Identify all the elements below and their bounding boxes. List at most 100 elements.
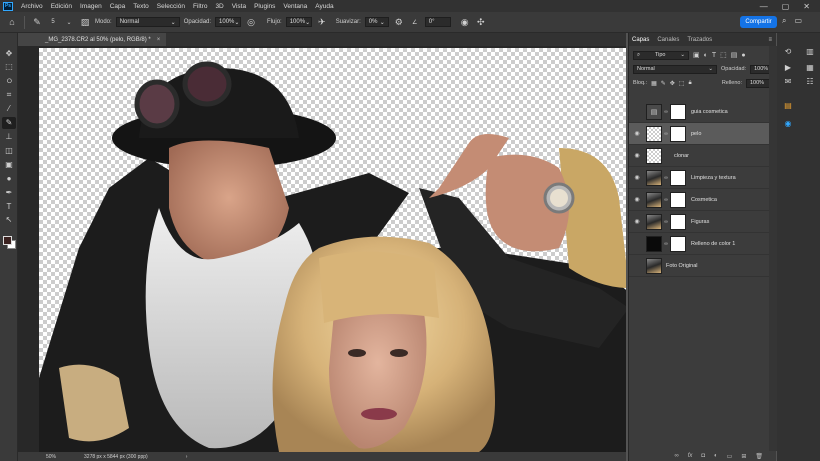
color-icon[interactable]: ▥ bbox=[804, 45, 816, 57]
flujo-field[interactable]: 100% ⌄ bbox=[285, 17, 312, 27]
menu-imagen[interactable]: Imagen bbox=[76, 3, 106, 10]
menu-seleccion[interactable]: Selección bbox=[153, 3, 189, 10]
actions-icon[interactable]: ▶ bbox=[782, 61, 794, 73]
document-canvas[interactable] bbox=[39, 48, 626, 452]
tab-capas[interactable]: Capas bbox=[632, 37, 649, 43]
blend-mode-select[interactable]: Normal ⌄ bbox=[633, 64, 717, 74]
filter-smart-icon[interactable]: ▤ bbox=[731, 51, 738, 59]
layer-row[interactable]: ◉ ∞ Figuras bbox=[629, 211, 769, 233]
filter-shape-icon[interactable]: ⬚ bbox=[720, 51, 727, 59]
opacidad-field[interactable]: 100% ⌄ bbox=[215, 17, 242, 27]
layer-mask-thumbnail[interactable] bbox=[670, 169, 686, 186]
menu-archivo[interactable]: Archivo bbox=[17, 3, 47, 10]
adjustment-icon[interactable]: ◐ bbox=[714, 453, 718, 459]
marquee-tool-icon[interactable]: ⬚ bbox=[2, 61, 16, 73]
symmetry-icon[interactable]: ✣ bbox=[475, 16, 487, 28]
menu-plugins[interactable]: Plugins bbox=[250, 3, 279, 10]
document-tab[interactable]: _MG_2378.CR2 al 50% (pelo, RGB/8) * × bbox=[18, 33, 167, 46]
airbrush-icon[interactable]: ✈ bbox=[316, 16, 328, 28]
foreground-color-swatch[interactable] bbox=[3, 236, 12, 245]
lock-all-icon[interactable]: 🔒︎ bbox=[688, 80, 691, 87]
adjustments-icon[interactable]: ☷ bbox=[804, 75, 816, 87]
workspace-icon[interactable]: ▭ bbox=[794, 16, 802, 26]
layer-mask-thumbnail[interactable] bbox=[670, 235, 686, 252]
layer-mask-thumbnail[interactable] bbox=[670, 191, 686, 208]
pen-tool-icon[interactable]: ✒ bbox=[2, 187, 16, 199]
learn-icon[interactable]: ◉ bbox=[782, 117, 794, 129]
pressure-size-icon[interactable]: ◉ bbox=[459, 16, 471, 28]
move-tool-icon[interactable]: ✥ bbox=[2, 48, 16, 60]
layer-filter-select[interactable]: ⌕ Tipo ⌄ bbox=[633, 50, 689, 60]
layer-row[interactable]: ◉ ▤ ∞ guia cosmetica bbox=[629, 101, 769, 123]
filter-pixel-icon[interactable]: ▣ bbox=[693, 51, 700, 59]
close-icon[interactable]: × bbox=[157, 37, 161, 43]
tab-canales[interactable]: Canales bbox=[657, 37, 679, 43]
layer-row[interactable]: ◉ ∞ Cosmetica bbox=[629, 189, 769, 211]
type-tool-icon[interactable]: T bbox=[2, 201, 16, 213]
history-icon[interactable]: ⟲ bbox=[782, 45, 794, 57]
crop-tool-icon[interactable]: ⌗ bbox=[2, 89, 16, 101]
eraser-tool-icon[interactable]: ◫ bbox=[2, 145, 16, 157]
menu-ayuda[interactable]: Ayuda bbox=[311, 3, 337, 10]
gradient-tool-icon[interactable]: ▣ bbox=[2, 159, 16, 171]
layer-row[interactable]: ◉ ∞ pelo bbox=[629, 123, 769, 145]
menu-ventana[interactable]: Ventana bbox=[279, 3, 311, 10]
layer-mask-thumbnail[interactable] bbox=[670, 103, 686, 120]
lock-position-icon[interactable]: ✥ bbox=[670, 80, 675, 87]
suavizar-field[interactable]: 0% ⌄ bbox=[364, 17, 389, 27]
chevron-down-icon[interactable]: ⌄ bbox=[63, 16, 75, 28]
new-layer-icon[interactable]: ⊞ bbox=[741, 453, 746, 460]
tab-trazados[interactable]: Trazados bbox=[687, 37, 712, 43]
brush-tool-icon[interactable]: ✎ bbox=[2, 117, 16, 129]
visibility-eye-icon[interactable]: ◉ bbox=[632, 262, 642, 269]
trash-icon[interactable]: 🗑︎ bbox=[755, 453, 763, 460]
chevron-right-icon[interactable]: › bbox=[186, 454, 188, 460]
visibility-eye-icon[interactable]: ◉ bbox=[632, 196, 642, 203]
filter-adjustment-icon[interactable]: ◐ bbox=[704, 52, 708, 59]
visibility-eye-icon[interactable]: ◉ bbox=[632, 130, 642, 137]
brush-settings-icon[interactable]: ▨ bbox=[79, 16, 91, 28]
brush-preset-picker[interactable]: 5 bbox=[47, 16, 59, 28]
layer-fill-field[interactable]: 100% bbox=[746, 78, 770, 88]
angle-field[interactable]: 0° bbox=[424, 17, 451, 27]
zoom-level[interactable]: 50% bbox=[46, 454, 56, 460]
layer-row[interactable]: ◉ ∞ Relleno de color 1 bbox=[629, 233, 769, 255]
path-selection-tool-icon[interactable]: ↖ bbox=[2, 214, 16, 226]
layer-row[interactable]: ◉ clonar bbox=[629, 145, 769, 167]
home-icon[interactable]: ⌂ bbox=[6, 16, 18, 28]
menu-edicion[interactable]: Edición bbox=[47, 3, 76, 10]
filter-toggle-icon[interactable]: ● bbox=[741, 52, 745, 59]
filter-type-icon[interactable]: T bbox=[712, 52, 716, 59]
menu-filtro[interactable]: Filtro bbox=[189, 3, 211, 10]
lock-artboard-icon[interactable]: ⬚ bbox=[679, 80, 685, 87]
visibility-eye-icon[interactable]: ◉ bbox=[632, 108, 642, 115]
menu-vista[interactable]: Vista bbox=[228, 3, 250, 10]
minimize-button[interactable]: — bbox=[760, 2, 768, 11]
swatches-icon[interactable]: ▦ bbox=[804, 61, 816, 73]
dodge-tool-icon[interactable]: ● bbox=[2, 173, 16, 185]
layer-row[interactable]: ◉ Foto Original bbox=[629, 255, 769, 277]
visibility-eye-icon[interactable]: ◉ bbox=[632, 218, 642, 225]
visibility-eye-icon[interactable]: ◉ bbox=[632, 152, 642, 159]
gear-icon[interactable]: ⚙ bbox=[393, 16, 405, 28]
link-icon[interactable]: ∞ bbox=[674, 453, 678, 459]
lasso-tool-icon[interactable]: ഠ bbox=[2, 75, 16, 87]
menu-capa[interactable]: Capa bbox=[106, 3, 130, 10]
layer-mask-thumbnail[interactable] bbox=[670, 213, 686, 230]
comments-icon[interactable]: ✉ bbox=[782, 75, 794, 87]
libraries-icon[interactable]: ▤ bbox=[782, 99, 794, 111]
clone-stamp-tool-icon[interactable]: ⊥ bbox=[2, 131, 16, 143]
fx-icon[interactable]: fx bbox=[688, 453, 693, 459]
lock-pixels-icon[interactable]: ✎ bbox=[661, 80, 666, 87]
folder-icon[interactable]: ▭ bbox=[727, 453, 733, 460]
pressure-opacity-icon[interactable]: ◎ bbox=[245, 16, 257, 28]
close-window-button[interactable]: ✕ bbox=[803, 2, 810, 11]
share-button[interactable]: Compartir bbox=[740, 16, 777, 28]
maximize-button[interactable]: ▢ bbox=[782, 2, 790, 11]
layer-row[interactable]: ◉ ∞ Limpieza y textura bbox=[629, 167, 769, 189]
search-icon[interactable]: ⌕ bbox=[782, 16, 786, 26]
menu-texto[interactable]: Texto bbox=[129, 3, 153, 10]
panel-menu-icon[interactable]: ≡ bbox=[768, 37, 772, 43]
visibility-eye-icon[interactable]: ◉ bbox=[632, 240, 642, 247]
canvas-area[interactable] bbox=[18, 46, 626, 452]
